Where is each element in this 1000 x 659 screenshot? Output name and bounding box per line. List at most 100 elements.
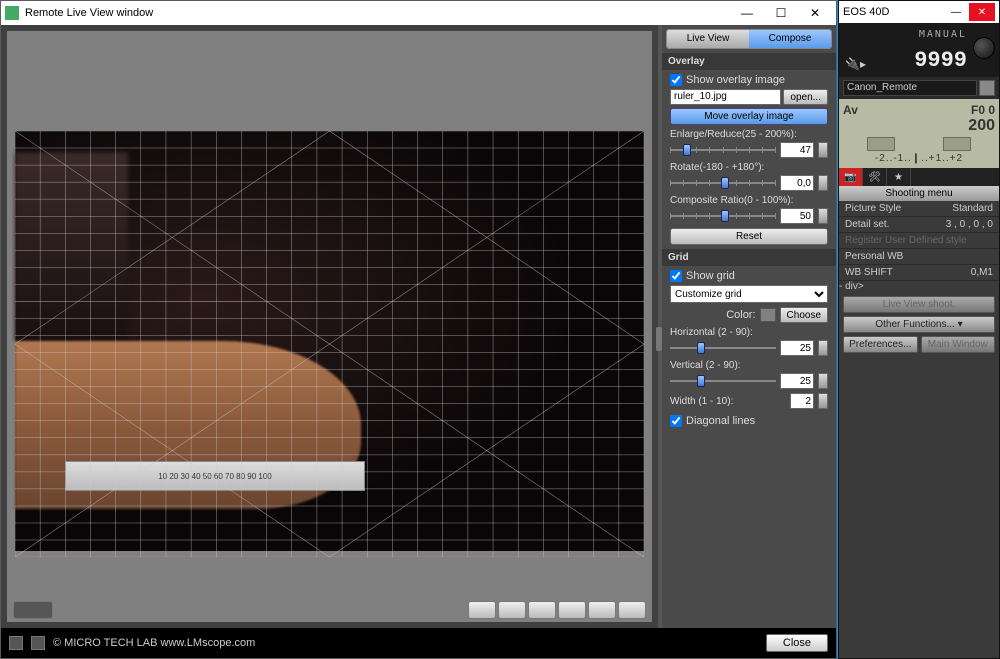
grid-overlay bbox=[15, 131, 644, 557]
grid-horiz-value[interactable] bbox=[780, 340, 814, 356]
quality-icon[interactable] bbox=[867, 137, 895, 151]
grid-color-choose[interactable]: Choose bbox=[780, 307, 828, 323]
ratio-spinner[interactable] bbox=[818, 208, 828, 224]
rotate-ccw-button[interactable] bbox=[468, 601, 496, 619]
eos-minimize-button[interactable]: — bbox=[943, 3, 969, 21]
show-grid-checkbox[interactable]: Show grid bbox=[670, 270, 828, 282]
grid-horiz-slider[interactable] bbox=[670, 341, 776, 355]
status-icon-1[interactable] bbox=[9, 636, 23, 650]
grid-vert-spinner[interactable] bbox=[818, 373, 828, 389]
diagonal-label: Diagonal lines bbox=[686, 415, 755, 427]
grid-width-value[interactable] bbox=[790, 393, 814, 409]
iso-value: 200 bbox=[843, 117, 995, 135]
ratio-label: Composite Ratio(0 - 100%): bbox=[670, 195, 828, 206]
rotate-cw-button[interactable] bbox=[498, 601, 526, 619]
preview-area: 10 20 30 40 50 60 70 80 90 100 bbox=[1, 25, 658, 628]
record-indicator[interactable] bbox=[13, 601, 53, 619]
panel-resize-handle[interactable] bbox=[658, 25, 662, 628]
histogram-button[interactable] bbox=[588, 601, 616, 619]
status-bar: © MICRO TECH LAB www.LMscope.com Close bbox=[1, 628, 836, 658]
rlv-title: Remote Live View window bbox=[25, 7, 153, 19]
preview-toolbar bbox=[7, 598, 652, 622]
preset-name[interactable]: Canon_Remote bbox=[843, 80, 977, 96]
enlarge-slider[interactable] bbox=[670, 143, 776, 157]
eos-window: EOS 40D — ✕ 🔌▸ MANUAL 9999 Canon_Remote … bbox=[838, 0, 1000, 659]
save-preset-icon[interactable] bbox=[979, 80, 995, 96]
lcd-top: 🔌▸ MANUAL 9999 bbox=[839, 23, 999, 77]
tool-tabs: 📷 🛠 ★ bbox=[839, 168, 999, 186]
row-picture-style[interactable]: Picture StyleStandard bbox=[839, 201, 999, 217]
tab-camera-icon[interactable]: 📷 bbox=[839, 168, 863, 186]
rotate-spinner[interactable] bbox=[818, 175, 828, 191]
overlay-reset-button[interactable]: Reset bbox=[670, 228, 828, 245]
rlv-titlebar[interactable]: Remote Live View window — ☐ ✕ bbox=[1, 1, 836, 25]
eos-title: EOS 40D bbox=[843, 6, 889, 18]
minimize-button[interactable]: — bbox=[730, 3, 764, 23]
remote-live-view-window: Remote Live View window — ☐ ✕ 10 20 30 4… bbox=[0, 0, 837, 659]
other-functions-button[interactable]: Other Functions... bbox=[843, 316, 995, 333]
tab-star-icon[interactable]: ★ bbox=[887, 168, 911, 186]
grid-mode-select[interactable]: Customize grid bbox=[670, 285, 828, 303]
rotate-label: Rotate(-180 - +180°): bbox=[670, 162, 828, 173]
actual-size-button[interactable] bbox=[558, 601, 586, 619]
show-grid-input[interactable] bbox=[670, 270, 682, 282]
eos-titlebar[interactable]: EOS 40D — ✕ bbox=[839, 1, 999, 23]
grid-color-swatch[interactable] bbox=[760, 308, 776, 322]
tab-tools-icon[interactable]: 🛠 bbox=[863, 168, 887, 186]
row-detail-set[interactable]: Detail set.3 , 0 , 0 , 0 bbox=[839, 217, 999, 233]
av-label: Av bbox=[843, 103, 858, 117]
row-wb-shift[interactable]: WB SHIFT0,M1 bbox=[839, 265, 999, 281]
drive-icon[interactable] bbox=[943, 137, 971, 151]
footer-close-button[interactable]: Close bbox=[766, 634, 828, 652]
ratio-slider[interactable] bbox=[670, 209, 776, 223]
move-overlay-button[interactable]: Move overlay image bbox=[670, 108, 828, 125]
grid-vert-slider[interactable] bbox=[670, 374, 776, 388]
exposure-comp-scale[interactable]: -2..-1..❙..+1..+2 bbox=[843, 153, 995, 164]
preferences-button[interactable]: Preferences... bbox=[843, 336, 918, 353]
grid-color-label: Color: bbox=[726, 309, 755, 321]
grid-vert-label: Vertical (2 - 90): bbox=[670, 360, 828, 371]
zoom-button[interactable] bbox=[618, 601, 646, 619]
enlarge-value[interactable] bbox=[780, 142, 814, 158]
shots-remaining: 9999 bbox=[914, 48, 967, 73]
grid-horiz-spinner[interactable] bbox=[818, 340, 828, 356]
status-icon-2[interactable] bbox=[31, 636, 45, 650]
mode-tabs: Live View Compose bbox=[666, 29, 832, 49]
overlay-file-field[interactable]: ruler_10.jpg bbox=[670, 89, 781, 105]
rotate-slider[interactable] bbox=[670, 176, 776, 190]
enlarge-label: Enlarge/Reduce(25 - 200%): bbox=[670, 129, 828, 140]
grid-horiz-label: Horizontal (2 - 90): bbox=[670, 327, 828, 338]
close-button[interactable]: ✕ bbox=[798, 3, 832, 23]
tab-compose[interactable]: Compose bbox=[749, 30, 831, 48]
live-image: 10 20 30 40 50 60 70 80 90 100 bbox=[15, 131, 644, 551]
live-view-shoot-button: Live View shoot. bbox=[843, 296, 995, 313]
rotate-value[interactable] bbox=[780, 175, 814, 191]
show-overlay-input[interactable] bbox=[670, 74, 682, 86]
row-personal-wb[interactable]: Personal WB bbox=[839, 249, 999, 265]
grid-width-spinner[interactable] bbox=[818, 393, 828, 409]
show-overlay-label: Show overlay image bbox=[686, 74, 785, 86]
show-overlay-checkbox[interactable]: Show overlay image bbox=[670, 74, 828, 86]
lcd-mid[interactable]: Av F0 0 200 -2..-1..❙..+1..+2 bbox=[839, 99, 999, 168]
shooting-menu-header: Shooting menu bbox=[839, 186, 999, 201]
app-icon bbox=[5, 6, 19, 20]
row-register-style: Register User Defined style bbox=[839, 233, 999, 249]
show-grid-label: Show grid bbox=[686, 270, 735, 282]
f-value: F0 0 bbox=[971, 103, 995, 117]
eos-close-button[interactable]: ✕ bbox=[969, 3, 995, 21]
mode-label: MANUAL bbox=[919, 29, 967, 40]
enlarge-spinner[interactable] bbox=[818, 142, 828, 158]
fit-button[interactable] bbox=[528, 601, 556, 619]
ratio-value[interactable] bbox=[780, 208, 814, 224]
diagonal-input[interactable] bbox=[670, 415, 682, 427]
grid-vert-value[interactable] bbox=[780, 373, 814, 389]
tab-live-view[interactable]: Live View bbox=[667, 30, 749, 48]
overlay-open-button[interactable]: open... bbox=[783, 89, 828, 105]
grid-width-label: Width (1 - 10): bbox=[670, 396, 786, 407]
maximize-button[interactable]: ☐ bbox=[764, 3, 798, 23]
controls-panel: Live View Compose Overlay Show overlay i… bbox=[662, 25, 836, 628]
mode-dial[interactable] bbox=[973, 37, 995, 59]
power-icon: 🔌▸ bbox=[845, 57, 866, 71]
preview-frame[interactable]: 10 20 30 40 50 60 70 80 90 100 bbox=[7, 31, 652, 598]
diagonal-checkbox[interactable]: Diagonal lines bbox=[670, 415, 828, 427]
